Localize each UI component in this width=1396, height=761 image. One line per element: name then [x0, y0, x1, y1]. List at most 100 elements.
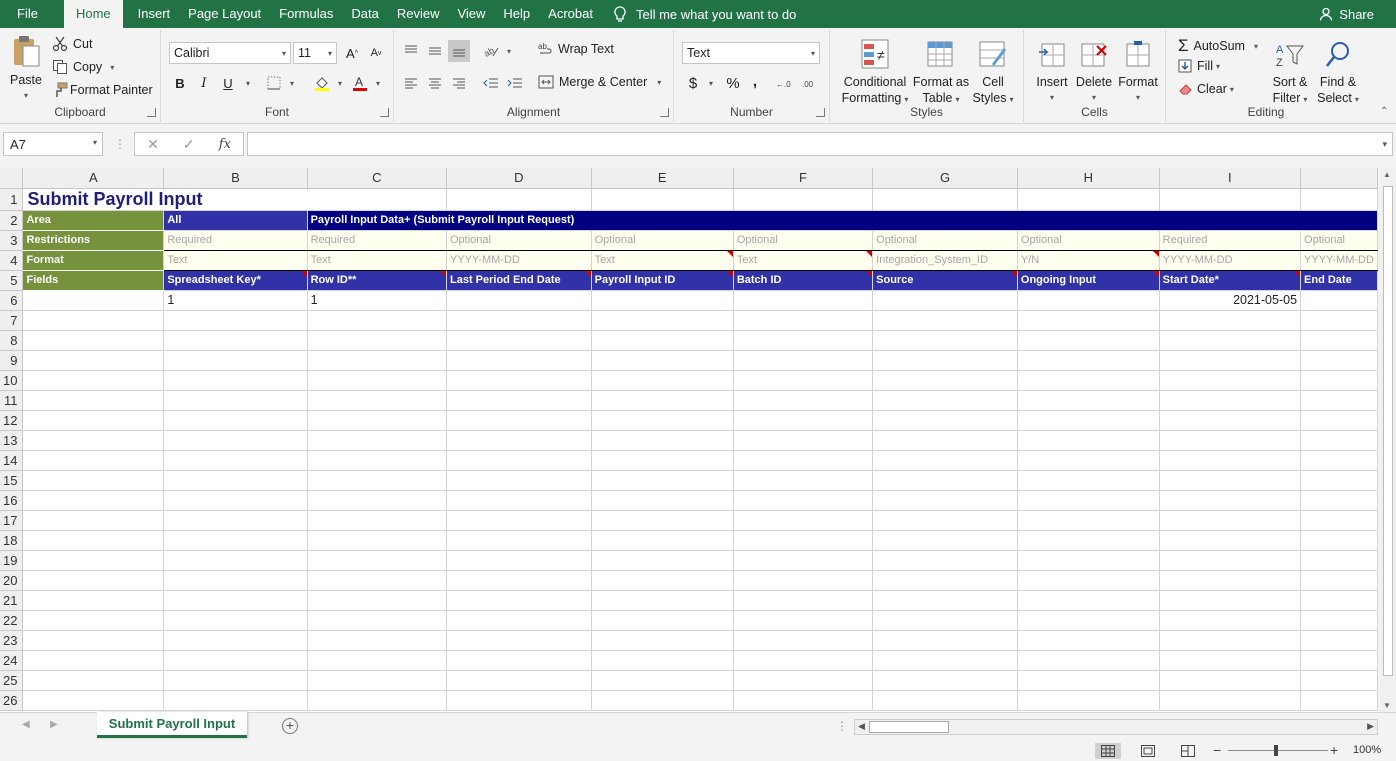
cell[interactable] [591, 188, 734, 211]
row-header[interactable]: 14 [0, 450, 24, 471]
cell[interactable] [591, 630, 734, 651]
cell[interactable] [872, 188, 1018, 211]
tab-data[interactable]: Data [342, 0, 387, 28]
data-cell[interactable] [591, 290, 734, 311]
cell[interactable] [872, 370, 1018, 391]
data-cell[interactable]: 1 [163, 290, 308, 311]
cell[interactable] [1159, 670, 1302, 691]
cell[interactable] [307, 670, 447, 691]
data-cell[interactable] [733, 290, 874, 311]
cell[interactable] [1159, 310, 1302, 331]
scroll-down-icon[interactable]: ▼ [1383, 701, 1391, 710]
cell[interactable] [591, 690, 734, 711]
cell[interactable] [872, 310, 1018, 331]
restriction-cell[interactable]: Optional [1017, 230, 1160, 251]
cell[interactable] [733, 390, 874, 411]
format-cell[interactable]: YYYY-MM-DD [446, 250, 592, 271]
decrease-font-icon[interactable]: Av [365, 42, 387, 64]
cell[interactable] [1159, 630, 1302, 651]
cell[interactable] [446, 530, 592, 551]
cell[interactable] [446, 450, 592, 471]
cell[interactable] [733, 510, 874, 531]
cell[interactable] [733, 670, 874, 691]
underline-button[interactable]: U [217, 72, 239, 94]
paste-button[interactable]: Paste ▾ [6, 34, 46, 104]
cell[interactable] [1300, 690, 1378, 711]
cell[interactable] [307, 610, 447, 631]
cell[interactable] [1017, 390, 1160, 411]
cell[interactable] [22, 530, 165, 551]
row-header[interactable]: 10 [0, 370, 24, 391]
row-header[interactable]: 18 [0, 530, 24, 551]
tab-home[interactable]: Home [63, 0, 123, 28]
column-header-j[interactable] [1300, 168, 1378, 189]
cell[interactable] [1159, 530, 1302, 551]
vertical-scroll-thumb[interactable] [1383, 186, 1393, 676]
cell[interactable] [872, 470, 1018, 491]
cell[interactable] [1159, 470, 1302, 491]
cell[interactable] [733, 590, 874, 611]
cell[interactable] [872, 570, 1018, 591]
cell[interactable] [1159, 570, 1302, 591]
cell[interactable] [307, 590, 447, 611]
cell[interactable] [446, 490, 592, 511]
cell[interactable] [163, 490, 308, 511]
row-header[interactable]: 13 [0, 430, 24, 451]
cell[interactable] [1159, 610, 1302, 631]
cell[interactable] [1017, 670, 1160, 691]
merge-center-button[interactable]: Merge & Center ▾ [538, 75, 661, 89]
cell[interactable] [446, 430, 592, 451]
cell[interactable] [1159, 330, 1302, 351]
fill-button[interactable]: Fill ▾ [1178, 59, 1220, 73]
cell[interactable] [591, 390, 734, 411]
cell[interactable] [22, 610, 165, 631]
cell[interactable] [733, 530, 874, 551]
cell[interactable] [446, 470, 592, 491]
cell[interactable] [163, 330, 308, 351]
cell[interactable] [1017, 530, 1160, 551]
cell[interactable] [1300, 630, 1378, 651]
alignment-launcher-icon[interactable] [660, 108, 669, 117]
cell[interactable] [307, 650, 447, 671]
cell[interactable] [872, 550, 1018, 571]
restrictions-label-cell[interactable]: Restrictions [22, 230, 165, 251]
font-size-select[interactable]: 11 ▾ [293, 42, 337, 64]
cell[interactable] [307, 390, 447, 411]
enter-icon[interactable]: ✓ [183, 136, 195, 153]
tab-file[interactable]: File [0, 0, 58, 28]
tab-help[interactable]: Help [494, 0, 539, 28]
tab-acrobat[interactable]: Acrobat [539, 0, 602, 28]
field-header-cell[interactable]: Payroll Input ID [591, 270, 734, 291]
cell[interactable] [733, 690, 874, 711]
align-middle-icon[interactable] [424, 40, 446, 62]
cell[interactable] [163, 630, 308, 651]
cell[interactable] [1017, 350, 1160, 371]
normal-view-icon[interactable] [1095, 743, 1121, 759]
cell[interactable] [163, 590, 308, 611]
cell[interactable] [307, 470, 447, 491]
sheet-tab-submit-payroll-input[interactable]: Submit Payroll Input [97, 712, 247, 738]
format-painter-button[interactable]: Format Painter [52, 82, 153, 98]
clear-button[interactable]: Clear ▾ [1178, 82, 1234, 96]
cell[interactable] [1300, 310, 1378, 331]
cell[interactable] [1159, 510, 1302, 531]
increase-indent-icon[interactable] [504, 72, 526, 94]
find-select-button[interactable]: Find & Select ▾ [1314, 36, 1362, 108]
cell[interactable] [1300, 570, 1378, 591]
column-header-a[interactable]: A [22, 168, 165, 189]
cell[interactable] [163, 510, 308, 531]
decrease-decimal-icon[interactable]: .00 [800, 72, 822, 94]
insert-function-button[interactable]: fx [219, 137, 231, 152]
cell[interactable] [1017, 370, 1160, 391]
cell[interactable] [1300, 450, 1378, 471]
cell[interactable] [872, 690, 1018, 711]
cell[interactable] [22, 650, 165, 671]
cut-button[interactable]: Cut [52, 36, 92, 52]
cell[interactable] [446, 630, 592, 651]
cell[interactable] [591, 650, 734, 671]
cell[interactable] [1300, 390, 1378, 411]
format-cell[interactable]: YYYY-MM-DD [1300, 250, 1378, 271]
row-header[interactable]: 6 [0, 290, 24, 311]
row-header[interactable]: 17 [0, 510, 24, 531]
data-cell[interactable] [446, 290, 592, 311]
